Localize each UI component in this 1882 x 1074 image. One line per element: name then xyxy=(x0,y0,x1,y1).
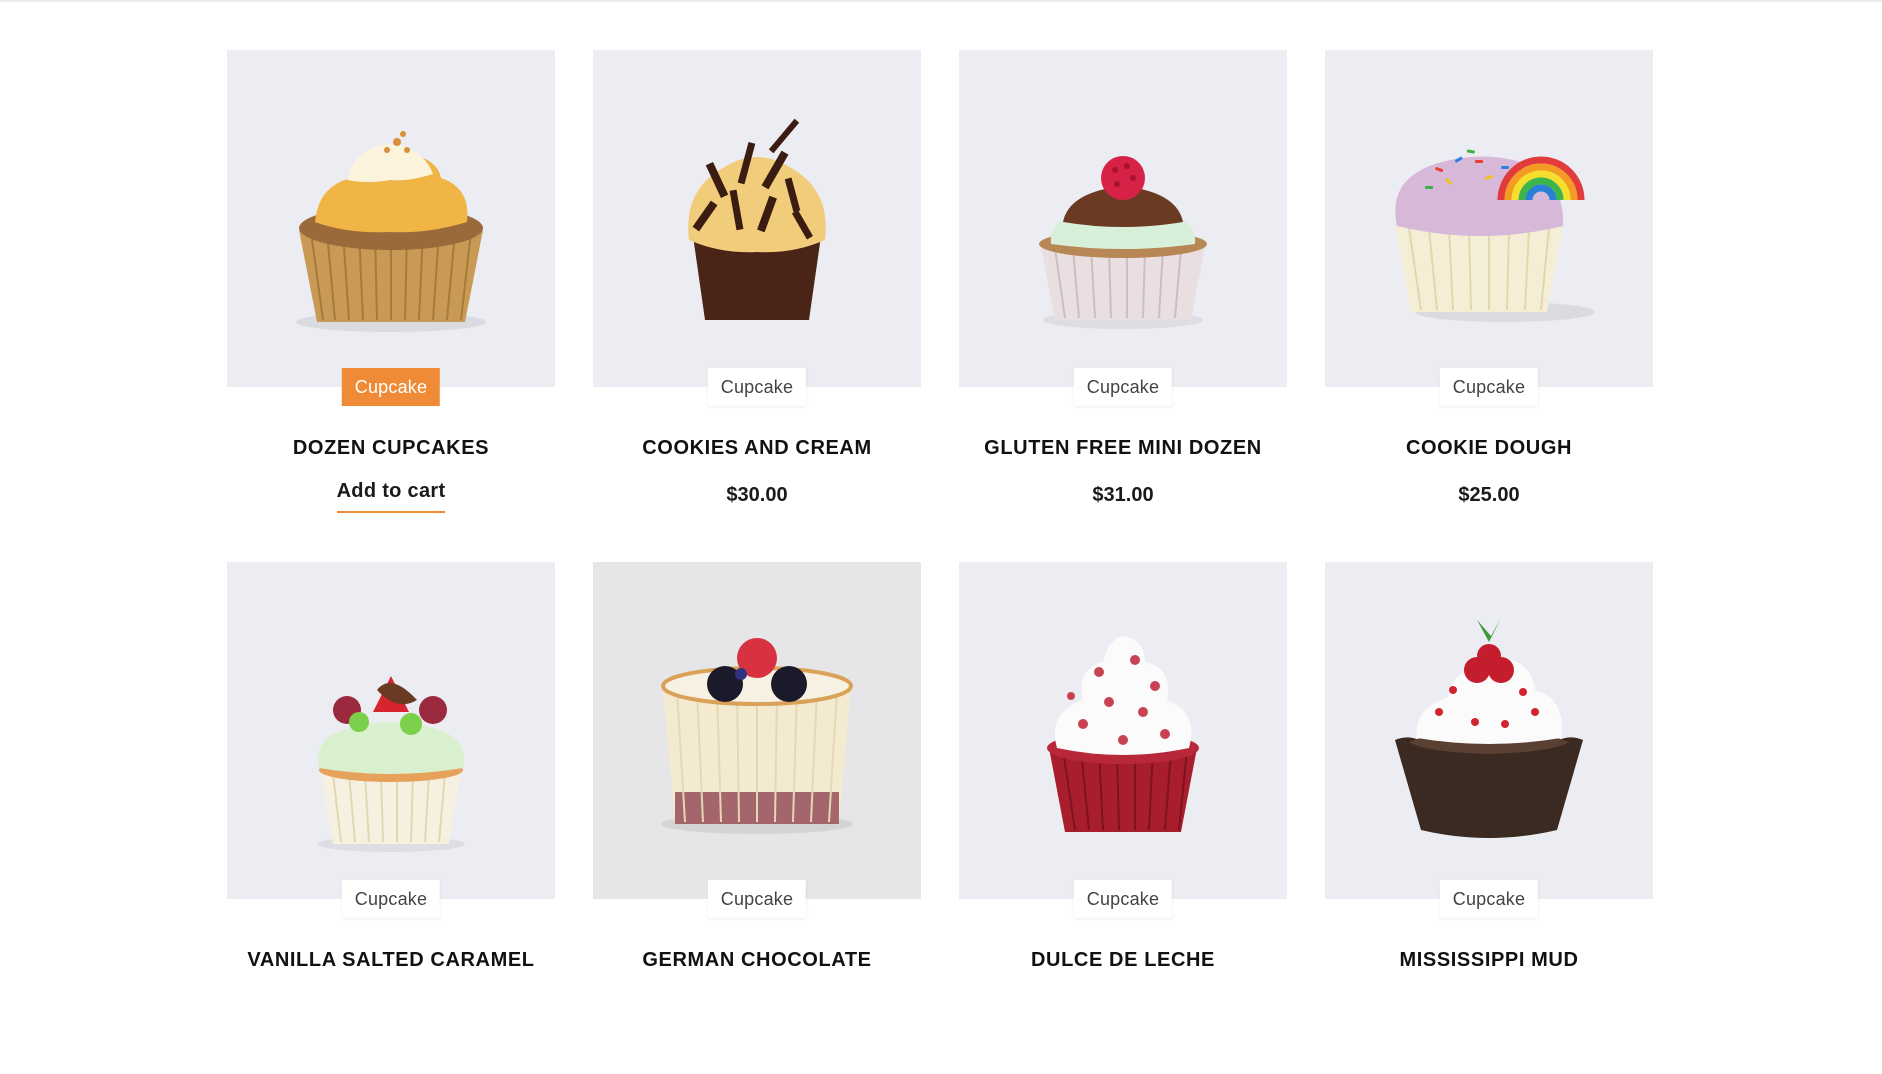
product-title[interactable]: GERMAN CHOCOLATE xyxy=(593,949,921,972)
product-title[interactable]: COOKIES AND CREAM xyxy=(593,437,921,460)
category-badge[interactable]: Cupcake xyxy=(707,368,807,406)
product-card: Cupcake GERMAN CHOCOLATE xyxy=(593,562,921,1074)
cupcake-image xyxy=(688,118,826,320)
category-badge[interactable]: Cupcake xyxy=(341,880,441,918)
product-image[interactable] xyxy=(593,562,921,899)
category-badge[interactable]: Cupcake xyxy=(1073,368,1173,406)
cupcake-image xyxy=(296,131,486,332)
cupcake-image xyxy=(1395,618,1583,838)
product-title[interactable]: COOKIE DOUGH xyxy=(1325,437,1653,460)
product-title[interactable]: DULCE DE LECHE xyxy=(959,949,1287,972)
product-image[interactable] xyxy=(959,562,1287,899)
product-card: Cupcake DOZEN CUPCAKES Add to cart xyxy=(227,50,555,562)
category-badge[interactable]: Cupcake xyxy=(341,368,441,406)
category-badge[interactable]: Cupcake xyxy=(707,880,807,918)
cupcake-image xyxy=(317,676,465,852)
product-title[interactable]: GLUTEN FREE MINI DOZEN xyxy=(959,437,1287,460)
cupcake-image xyxy=(1039,156,1207,329)
category-badge[interactable]: Cupcake xyxy=(1073,880,1173,918)
product-card: Cupcake GLUTEN FREE MINI DOZEN $31.00 xyxy=(959,50,1287,562)
category-badge[interactable]: Cupcake xyxy=(1439,368,1539,406)
product-grid: Cupcake DOZEN CUPCAKES Add to cart Cupca… xyxy=(227,50,1655,1074)
product-image[interactable] xyxy=(959,50,1287,387)
product-card: Cupcake COOKIE DOUGH $25.00 xyxy=(1325,50,1653,562)
product-title[interactable]: VANILLA SALTED CARAMEL xyxy=(227,949,555,972)
cupcake-image xyxy=(1047,636,1199,832)
product-price: $30.00 xyxy=(726,484,788,506)
product-image[interactable] xyxy=(227,562,555,899)
product-image[interactable] xyxy=(593,50,921,387)
product-card: Cupcake MISSISSIPPI MUD xyxy=(1325,562,1653,1074)
product-card: Cupcake VANILLA SALTED CARAMEL xyxy=(227,562,555,1074)
category-badge[interactable]: Cupcake xyxy=(1439,880,1539,918)
product-title[interactable]: DOZEN CUPCAKES xyxy=(227,437,555,460)
product-image[interactable] xyxy=(1325,50,1653,387)
cupcake-image xyxy=(661,638,853,834)
add-to-cart-wrapper: Add to cart xyxy=(227,480,555,513)
product-image[interactable] xyxy=(227,50,555,387)
product-price: $25.00 xyxy=(1458,484,1520,506)
product-title[interactable]: MISSISSIPPI MUD xyxy=(1325,949,1653,972)
product-card: Cupcake DULCE DE LECHE xyxy=(959,562,1287,1074)
product-card: Cupcake COOKIES AND CREAM $30.00 xyxy=(593,50,921,562)
product-image[interactable] xyxy=(1325,562,1653,899)
product-price: $31.00 xyxy=(1092,484,1154,506)
add-to-cart-button[interactable]: Add to cart xyxy=(336,480,446,513)
top-divider xyxy=(0,0,1882,2)
cupcake-image xyxy=(1395,149,1595,322)
